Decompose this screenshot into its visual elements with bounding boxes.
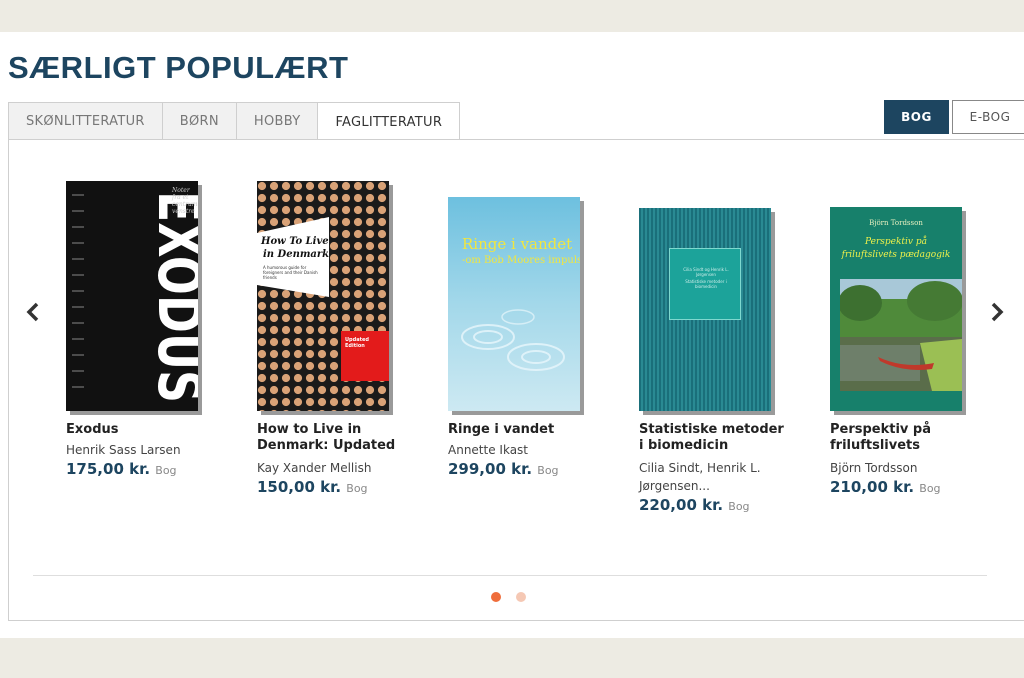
footer-band — [0, 638, 1024, 678]
cover-art: EXODUS — [66, 181, 198, 411]
price-value: 150,00 kr. — [257, 478, 342, 496]
pagination-dot-2[interactable] — [516, 592, 526, 602]
cover-subtitle: A humorous guide for foreigners and thei… — [263, 265, 318, 280]
cover-red-badge: Updated Edition — [341, 331, 389, 381]
price-value: 175,00 kr. — [66, 460, 151, 478]
format-ebog-button[interactable]: E-BOG — [952, 100, 1024, 134]
carousel-next-button[interactable] — [987, 300, 1007, 324]
cover-line1: Cilia Sindt og Henrik L. Jørgensen — [683, 267, 729, 277]
tab-hobby[interactable]: HOBBY — [235, 102, 319, 140]
chevron-left-icon — [26, 302, 39, 322]
book-price: 150,00 kr. Bog — [257, 478, 368, 496]
book-title[interactable]: How to Live in Denmark: Updated — [257, 422, 407, 454]
cover-title: Perspektiv på friluftslivets pædagogik — [841, 237, 951, 260]
cover-title-line1: How To Live — [261, 236, 329, 247]
cover-label-box: Cilia Sindt og Henrik L. Jørgensen Stati… — [669, 248, 741, 320]
book-cover[interactable]: How To Live in Denmark A humorous guide … — [257, 181, 389, 411]
book-author: Cilia Sindt, Henrik L. Jørgensen... — [639, 461, 761, 493]
tab-boern[interactable]: BØRN — [161, 102, 237, 140]
book-carousel: EXODUS Noter fra et centrum-venstre Exod… — [8, 139, 1024, 621]
book-price: 210,00 kr. Bog — [830, 478, 941, 496]
book-cover[interactable]: Björn Tordsson Perspektiv på friluftsliv… — [830, 207, 962, 411]
book-price: 220,00 kr. Bog — [639, 496, 750, 514]
price-type: Bog — [919, 482, 941, 495]
format-bog-button[interactable]: BOG — [884, 100, 949, 134]
book-price: 175,00 kr. Bog — [66, 460, 177, 478]
book-author: Henrik Sass Larsen — [66, 443, 181, 457]
book-cover[interactable]: Ringe i vandet -om Bob Moores impuls — [448, 197, 580, 411]
chevron-right-icon — [991, 302, 1004, 322]
section-title: SÆRLIGT POPULÆRT — [8, 50, 349, 85]
price-value: 210,00 kr. — [830, 478, 915, 496]
canoe-photo — [840, 279, 962, 391]
cover-badge-text: Updated Edition — [345, 337, 369, 349]
water-rings-art — [461, 309, 565, 371]
price-type: Bog — [728, 500, 750, 513]
pagination-dot-1[interactable] — [491, 592, 501, 602]
carousel-prev-button[interactable] — [23, 300, 43, 324]
cover-author: Björn Tordsson — [869, 219, 923, 227]
price-value: 220,00 kr. — [639, 496, 724, 514]
category-tabs: SKØNLITTERATUR BØRN HOBBY FAGLITTERATUR — [8, 102, 461, 141]
book-title[interactable]: Statistiske metoder i biomedicin — [639, 422, 789, 454]
book-title[interactable]: Perspektiv på friluftslivets — [830, 422, 980, 454]
price-type: Bog — [155, 464, 177, 477]
carousel-divider — [33, 575, 987, 576]
book-price: 299,00 kr. Bog — [448, 460, 559, 478]
cover-line2: Statistiske metoder i biomedicin — [685, 279, 727, 289]
book-cover[interactable]: EXODUS Noter fra et centrum-venstre — [66, 181, 198, 411]
price-type: Bog — [346, 482, 368, 495]
book-cover[interactable]: Cilia Sindt og Henrik L. Jørgensen Stati… — [639, 208, 771, 411]
book-title[interactable]: Ringe i vandet — [448, 422, 598, 438]
price-type: Bog — [537, 464, 559, 477]
tab-faglitteratur[interactable]: FAGLITTERATUR — [317, 102, 461, 141]
price-value: 299,00 kr. — [448, 460, 533, 478]
tab-skoenlitteratur[interactable]: SKØNLITTERATUR — [8, 102, 163, 140]
book-author: Annette Ikast — [448, 443, 528, 457]
book-author: Kay Xander Mellish — [257, 461, 372, 475]
cover-main-text: EXODUS — [144, 191, 198, 403]
cover-side-text: Noter fra et centrum-venstre — [172, 187, 198, 215]
book-title[interactable]: Exodus — [66, 422, 216, 438]
popular-section: SÆRLIGT POPULÆRT SKØNLITTERATUR BØRN HOB… — [0, 32, 1024, 638]
book-author: Björn Tordsson — [830, 461, 918, 475]
cover-title-line2: in Denmark — [263, 249, 330, 260]
